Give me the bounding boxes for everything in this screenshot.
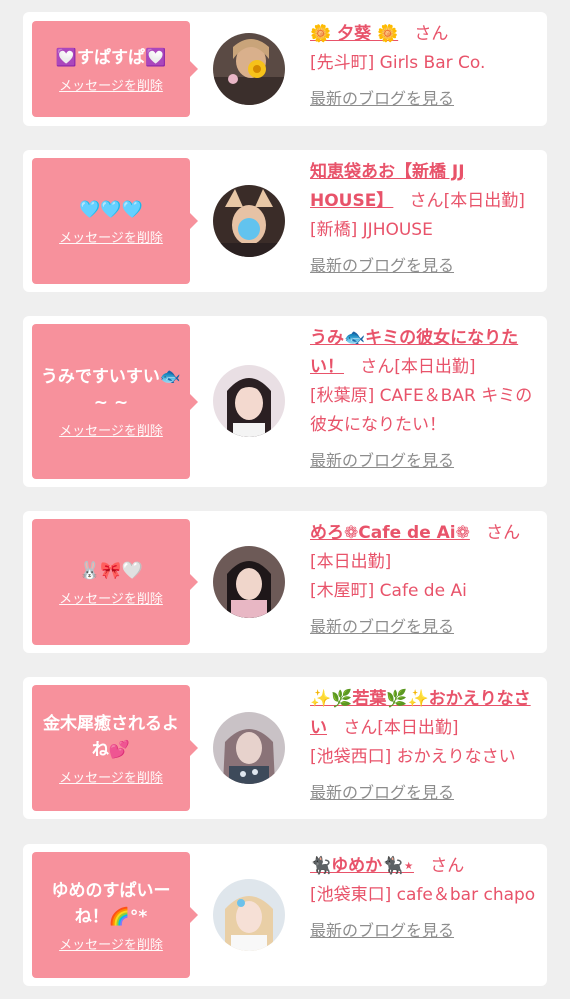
avatar[interactable] [213, 879, 285, 951]
cast-name-link[interactable]: めろ❁Cafe de Ai❁ [310, 523, 470, 543]
latest-blog-link[interactable]: 最新のブログを見る [310, 612, 542, 641]
attendance-status: [本日出勤] [443, 191, 525, 211]
honorific: さん [486, 523, 521, 543]
message-text: 💟すぱすぱ💟 [55, 47, 167, 68]
honorific: さん [343, 718, 378, 738]
avatar[interactable] [213, 546, 285, 618]
message-bubble: うみですいすい🐟 ~ ~ メッセージを削除 [32, 324, 198, 479]
honorific: さん [360, 357, 395, 377]
attendance-status: [本日出勤] [377, 718, 459, 738]
shop-name: [池袋西口] おかえりなさい [310, 747, 516, 767]
attendance-status: [本日出勤] [394, 357, 476, 377]
avatar[interactable] [213, 185, 285, 257]
delete-message-link[interactable]: メッセージを削除 [59, 420, 163, 439]
message-card: うみですいすい🐟 ~ ~ メッセージを削除 うみ🐟キミの彼女になりたい！ さん[… [23, 316, 547, 487]
avatar[interactable] [213, 365, 285, 437]
cast-info: めろ❁Cafe de Ai❁ さん [本日出勤] [木屋町] Cafe de A… [310, 519, 542, 641]
latest-blog-link[interactable]: 最新のブログを見る [310, 251, 542, 280]
shop-name: [木屋町] Cafe de Ai [310, 581, 467, 601]
latest-blog-link[interactable]: 最新のブログを見る [310, 916, 542, 945]
avatar[interactable] [213, 712, 285, 784]
message-card: 💟すぱすぱ💟 メッセージを削除 🌼 夕葵 🌼 さん [先斗町] Girls Ba… [23, 12, 547, 126]
honorific: さん [430, 856, 465, 876]
avatar[interactable] [213, 33, 285, 105]
message-card: ゆめのすぱいーね！🌈°* メッセージを削除 🐈‍⬛ゆめか🐈‍⬛⋆ さん [池袋東… [23, 844, 547, 986]
latest-blog-link[interactable]: 最新のブログを見る [310, 84, 542, 113]
delete-message-link[interactable]: メッセージを削除 [59, 588, 163, 607]
honorific: さん [409, 191, 444, 211]
message-bubble: 金木犀癒されるよね💕 メッセージを削除 [32, 685, 198, 811]
shop-name: [先斗町] Girls Bar Co. [310, 53, 486, 73]
message-bubble: 🐰🎀🤍 メッセージを削除 [32, 519, 198, 645]
message-text: 🐰🎀🤍 [79, 560, 143, 581]
delete-message-link[interactable]: メッセージを削除 [59, 767, 163, 786]
delete-message-link[interactable]: メッセージを削除 [59, 75, 163, 94]
cast-info: 知恵袋あお【新橋 JJ HOUSE】 さん[本日出勤] [新橋] JJHOUSE… [310, 158, 542, 280]
message-list: 💟すぱすぱ💟 メッセージを削除 🌼 夕葵 🌼 さん [先斗町] Girls Ba… [0, 0, 570, 999]
shop-name: [新橋] JJHOUSE [310, 220, 433, 240]
delete-message-link[interactable]: メッセージを削除 [59, 934, 163, 953]
message-bubble: 🩵🩵🩵 メッセージを削除 [32, 158, 198, 284]
cast-name-link[interactable]: 🐈‍⬛ゆめか🐈‍⬛⋆ [310, 856, 414, 876]
attendance-status: [本日出勤] [310, 552, 392, 572]
honorific: さん [414, 24, 449, 44]
cast-info: ✨🌿若葉🌿✨おかえりなさい さん[本日出勤] [池袋西口] おかえりなさい 最新… [310, 685, 542, 807]
message-text: ゆめのすぱいーね！🌈°* [51, 880, 171, 927]
delete-message-link[interactable]: メッセージを削除 [59, 227, 163, 246]
message-text: 🩵🩵🩵 [79, 199, 143, 220]
message-bubble: ゆめのすぱいーね！🌈°* メッセージを削除 [32, 852, 198, 978]
message-text: 金木犀癒されるよね💕 [43, 713, 179, 760]
shop-name: [池袋東口] cafe＆bar chapo [310, 885, 536, 905]
message-card: 🐰🎀🤍 メッセージを削除 めろ❁Cafe de Ai❁ さん [本日出勤] [木… [23, 511, 547, 653]
message-bubble: 💟すぱすぱ💟 メッセージを削除 [32, 21, 198, 117]
message-card: 🩵🩵🩵 メッセージを削除 知恵袋あお【新橋 JJ HOUSE】 さん[本日出勤]… [23, 150, 547, 292]
latest-blog-link[interactable]: 最新のブログを見る [310, 446, 542, 475]
cast-name-link[interactable]: 🌼 夕葵 🌼 [310, 24, 398, 44]
message-text: うみですいすい🐟 ~ ~ [40, 367, 182, 413]
cast-info: うみ🐟キミの彼女になりたい！ さん[本日出勤] [秋葉原] CAFE＆BAR キ… [310, 324, 542, 475]
cast-info: 🐈‍⬛ゆめか🐈‍⬛⋆ さん [池袋東口] cafe＆bar chapo 最新のブ… [310, 852, 542, 945]
latest-blog-link[interactable]: 最新のブログを見る [310, 778, 542, 807]
cast-info: 🌼 夕葵 🌼 さん [先斗町] Girls Bar Co. 最新のブログを見る [310, 20, 542, 113]
shop-name: [秋葉原] CAFE＆BAR キミの彼女になりたい！ [310, 386, 533, 435]
message-card: 金木犀癒されるよね💕 メッセージを削除 ✨🌿若葉🌿✨おかえりなさい さん[本日出… [23, 677, 547, 819]
